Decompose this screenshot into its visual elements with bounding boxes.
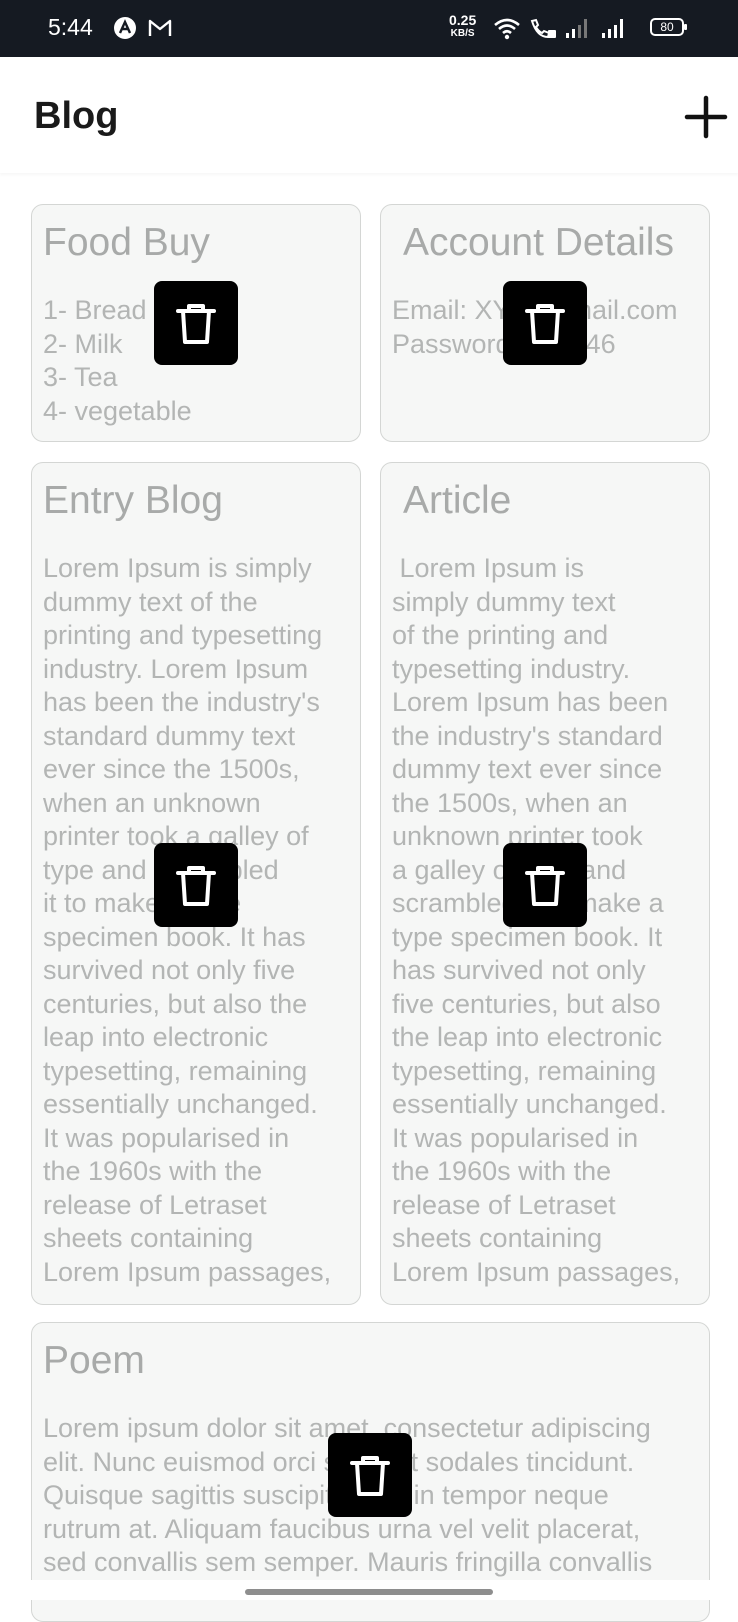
battery-icon: 80 (650, 18, 687, 36)
trash-icon (350, 1456, 390, 1496)
note-card-entry-blog[interactable]: Entry Blog Lorem Ipsum is simply dummy t… (31, 462, 361, 1305)
network-speed: 0.25 KB/S (449, 13, 476, 41)
delete-note-button[interactable] (503, 843, 587, 927)
note-title: Food Buy (43, 221, 210, 264)
note-title: Account Details (403, 221, 674, 264)
home-indicator[interactable] (245, 1589, 493, 1595)
speed-unit: KB/S (450, 28, 475, 39)
delete-note-button[interactable] (154, 843, 238, 927)
note-title: Entry Blog (43, 479, 223, 522)
trash-icon (525, 866, 565, 906)
note-card-account-details[interactable]: Account Details Email: XYZ@gmail.com Pas… (380, 204, 710, 442)
trash-icon (176, 866, 216, 906)
signal-sim1-icon (566, 19, 587, 38)
app-notification-icon (114, 17, 136, 39)
signal-sim2-icon (602, 19, 623, 38)
speed-value: 0.25 (449, 12, 477, 28)
trash-icon (525, 304, 565, 344)
note-card-article[interactable]: Article Lorem Ipsum is simply dummy text… (380, 462, 710, 1305)
note-title: Poem (43, 1339, 145, 1382)
add-note-button[interactable] (683, 94, 729, 140)
wifi-call-icon (530, 18, 556, 39)
page-title: Blog (34, 95, 119, 137)
note-card-poem[interactable]: Poem Lorem ipsum dolor sit amet, consect… (31, 1322, 710, 1622)
wifi-icon (494, 18, 520, 40)
status-bar: 5:44 0.25 KB/S 80 (0, 0, 738, 57)
note-title: Article (403, 479, 512, 522)
delete-note-button[interactable] (154, 281, 238, 365)
delete-note-button[interactable] (503, 281, 587, 365)
status-time: 5:44 (48, 14, 93, 40)
note-card-food-buy[interactable]: Food Buy 1- Bread 2- Milk 3- Tea 4- vege… (31, 204, 361, 442)
trash-icon (176, 304, 216, 344)
gmail-icon (148, 19, 172, 36)
delete-note-button[interactable] (328, 1433, 412, 1517)
app-bar: Blog (0, 57, 738, 173)
plus-icon (684, 95, 728, 139)
